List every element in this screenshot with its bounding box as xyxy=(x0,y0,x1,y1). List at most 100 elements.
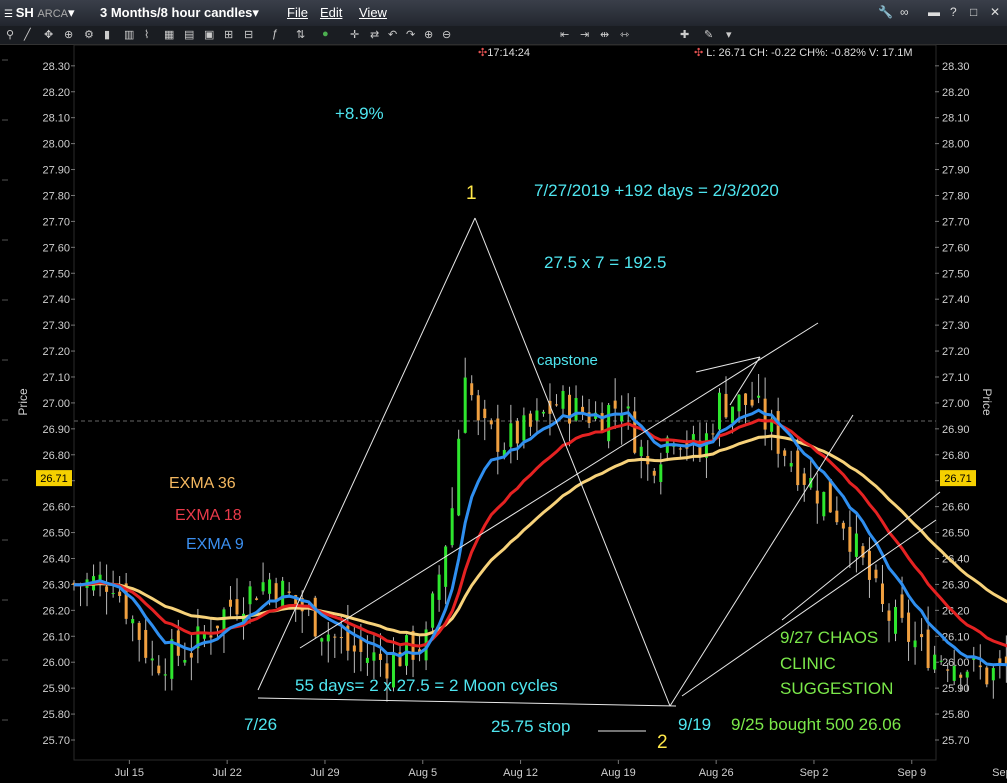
candle-body xyxy=(124,583,128,619)
window-icon[interactable]: ▤ xyxy=(184,28,194,41)
fib-icon[interactable]: ƒ xyxy=(272,28,278,40)
timeframe-label: 3 Months/8 hour candles xyxy=(100,5,253,20)
candle-body xyxy=(352,645,356,652)
y-tick-label-right: 26.20 xyxy=(942,605,970,617)
expand-icon[interactable]: ⇿ xyxy=(620,28,629,41)
candle-body xyxy=(535,410,539,421)
compress-icon[interactable]: ⇹ xyxy=(600,28,609,41)
candle-body xyxy=(85,579,89,588)
scroll-left-icon[interactable]: ⇤ xyxy=(560,28,569,41)
x-tick-label: Aug 19 xyxy=(601,767,636,779)
record-icon[interactable]: ● xyxy=(322,28,329,40)
candle-body xyxy=(281,580,285,611)
minimize-icon[interactable]: ▬ xyxy=(928,5,940,19)
edit-menu[interactable]: Edit xyxy=(320,5,342,20)
last-price-label-left: 26.71 xyxy=(40,473,68,485)
candle-body xyxy=(731,406,735,423)
undo-icon[interactable]: ↶ xyxy=(388,28,397,41)
scroll-right-icon[interactable]: ⇥ xyxy=(580,28,589,41)
candle-body xyxy=(802,473,806,485)
redo-icon[interactable]: ↷ xyxy=(406,28,415,41)
zoom-out-icon[interactable]: ⊖ xyxy=(442,28,451,41)
candle-body xyxy=(457,438,461,516)
symbol-dropdown[interactable]: ☰ SH ARCA▾ xyxy=(4,5,75,21)
settings-icon[interactable]: ⚙ xyxy=(84,28,94,41)
arrows-icon[interactable]: ⇄ xyxy=(370,28,379,41)
candle-body xyxy=(476,395,480,421)
line-icon[interactable]: ⌇ xyxy=(144,28,149,41)
tile-icon[interactable]: ⊞ xyxy=(224,28,233,41)
grid-icon[interactable]: ▦ xyxy=(164,28,174,41)
candle-body xyxy=(848,526,852,552)
y-tick-label-left: 28.20 xyxy=(42,87,70,99)
candle-body xyxy=(991,668,995,681)
indicator-icon[interactable]: ⇅ xyxy=(296,28,305,41)
candle-body xyxy=(574,397,578,421)
more-icon[interactable]: ▾ xyxy=(726,28,732,41)
view-menu[interactable]: View xyxy=(359,5,387,20)
ema-line-exma-9 xyxy=(73,408,1007,667)
y-tick-label-right: 26.80 xyxy=(942,450,970,462)
candle-body xyxy=(861,546,865,558)
timeframe-dropdown[interactable]: 3 Months/8 hour candles▾ xyxy=(100,5,259,21)
layout-icon[interactable]: ▣ xyxy=(204,28,214,41)
y-tick-label-right: 26.10 xyxy=(942,631,970,643)
candle-body xyxy=(887,610,891,621)
candle-body xyxy=(978,665,982,668)
y-tick-label-right: 27.70 xyxy=(942,216,970,228)
candle-body xyxy=(496,418,500,452)
legend-label: EXMA 9 xyxy=(186,536,244,553)
annotation-label: 1 xyxy=(466,183,477,204)
candle-body xyxy=(933,654,937,670)
cursor-icon[interactable]: ✥ xyxy=(44,28,53,41)
crosshair-icon[interactable]: ✛ xyxy=(350,28,359,41)
candle-body xyxy=(763,398,767,430)
link-icon[interactable]: ∞ xyxy=(900,5,909,19)
wrench-icon[interactable]: ✎ xyxy=(704,28,713,41)
candle-body xyxy=(183,659,187,663)
help-icon[interactable]: ? xyxy=(950,5,957,19)
candle-body xyxy=(333,636,337,638)
price-chart[interactable]: 28.30 28.30 28.20 28.20 28.10 28.10 28.00 28.00… xyxy=(0,0,1007,783)
y-axis-title-left: Price xyxy=(16,388,30,416)
candle-body xyxy=(789,463,793,467)
pin-icon[interactable]: 🔧 xyxy=(878,5,893,19)
trend-line xyxy=(257,217,476,691)
y-tick-label-right: 27.10 xyxy=(942,372,970,384)
zoom-icon[interactable]: ⊕ xyxy=(64,28,73,41)
file-menu[interactable]: File xyxy=(287,5,308,20)
candle-body xyxy=(144,629,148,658)
candle-body xyxy=(405,635,409,666)
candle-body xyxy=(796,450,800,486)
candle-icon[interactable]: ▮ xyxy=(104,28,110,41)
zoom-in-icon[interactable]: ⊕ xyxy=(424,28,433,41)
candle-body xyxy=(809,478,813,488)
candle-body xyxy=(815,490,819,504)
trendline-icon[interactable]: ╱ xyxy=(24,28,31,41)
x-tick-label: Sep 2 xyxy=(800,767,829,779)
close-icon[interactable]: ✕ xyxy=(990,5,1000,19)
candle-body xyxy=(437,574,441,600)
draw-icon[interactable]: ⚲ xyxy=(6,28,14,41)
candle-body xyxy=(959,674,963,678)
annotation-label: 9/27 CHAOS xyxy=(780,628,878,647)
chart-window: ☰ SH ARCA▾ 3 Months/8 hour candles▾ File… xyxy=(0,0,1007,783)
title-bar: ☰ SH ARCA▾ 3 Months/8 hour candles▾ File… xyxy=(0,0,1007,27)
crosshair-tool-icon[interactable]: ✚ xyxy=(680,28,689,41)
candle-body xyxy=(561,390,565,409)
bar-chart-icon[interactable]: ▥ xyxy=(124,28,134,41)
split-icon[interactable]: ⊟ xyxy=(244,28,253,41)
candle-body xyxy=(502,449,506,456)
maximize-icon[interactable]: □ xyxy=(970,5,977,19)
y-tick-label-right: 26.50 xyxy=(942,528,970,540)
candle-body xyxy=(554,404,558,406)
clock-readout: ✣17:14:24 xyxy=(478,46,530,59)
y-tick-label-left: 27.30 xyxy=(42,320,70,332)
candle-body xyxy=(770,418,774,432)
y-tick-label-left: 26.50 xyxy=(42,528,70,540)
candle-body xyxy=(261,582,265,592)
candle-body xyxy=(98,574,102,585)
candle-body xyxy=(998,658,1002,664)
candle-body xyxy=(744,393,748,405)
y-tick-label-right: 26.60 xyxy=(942,502,970,514)
